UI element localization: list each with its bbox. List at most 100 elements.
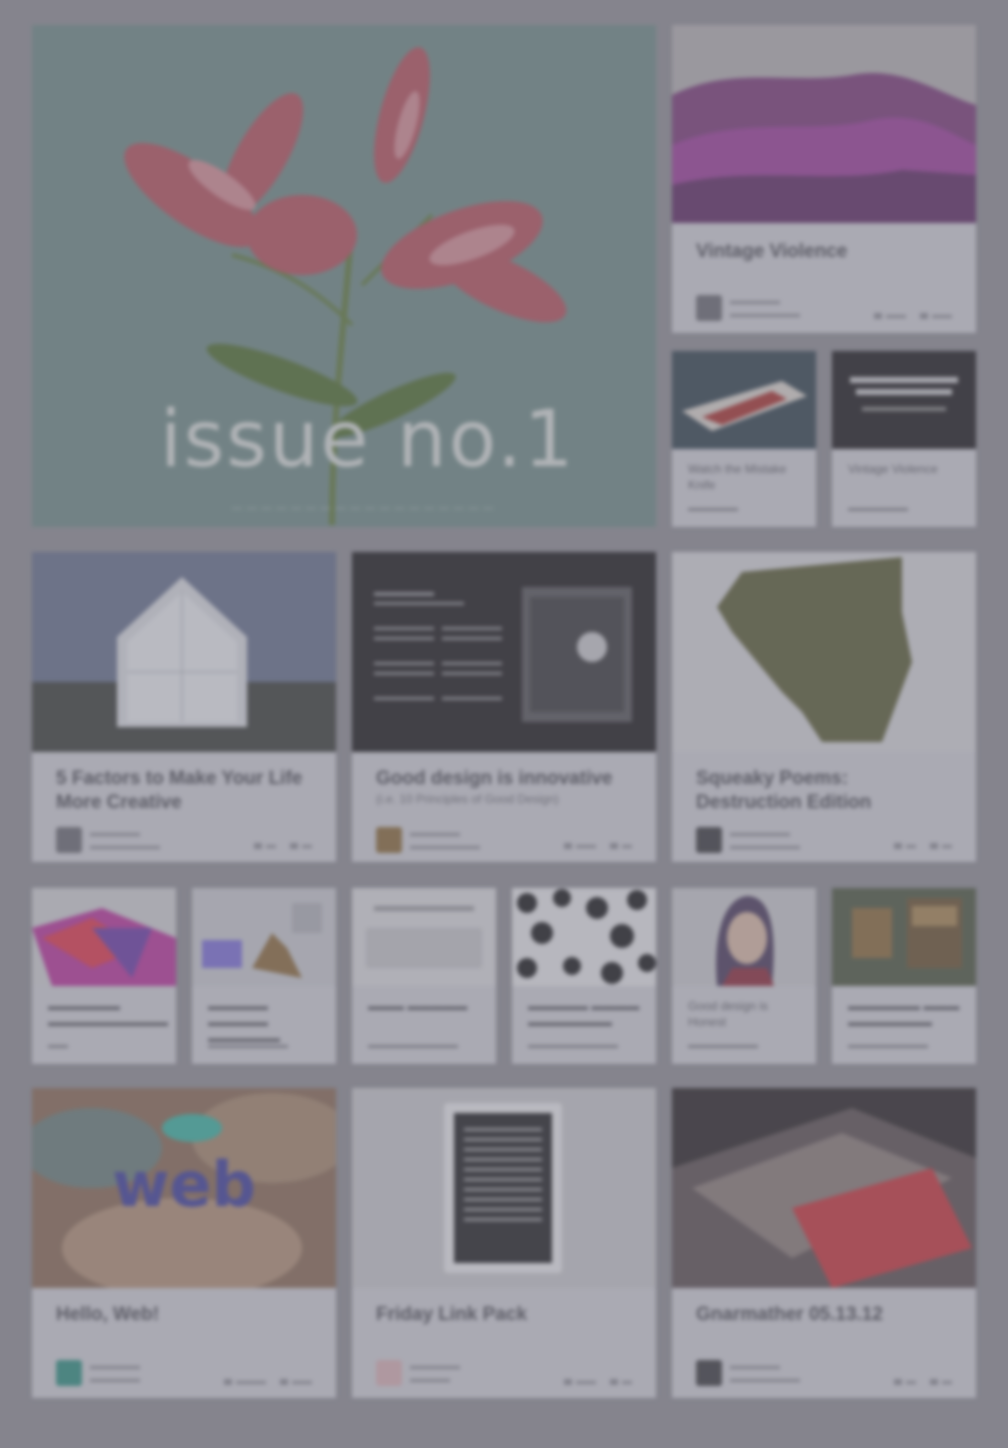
article-image bbox=[672, 25, 976, 223]
comment-icon bbox=[564, 1378, 572, 1385]
comment-icon bbox=[894, 842, 902, 849]
article-card[interactable]: ▬▬▬▬▬ ▬▬▬▬▬ ▬▬▬▬▬▬ ▬▬▬▬▬▬▬▬ bbox=[192, 888, 336, 1064]
heart-icon bbox=[610, 1378, 618, 1385]
article-image bbox=[672, 351, 816, 449]
like-count: ▬ bbox=[610, 1376, 632, 1387]
comment-icon bbox=[254, 842, 262, 849]
article-title: ▬▬▬▬▬▬ ▬▬▬ ▬▬▬▬▬▬▬ bbox=[848, 999, 960, 1029]
heart-icon bbox=[920, 312, 928, 319]
article-title: Friday Link Pack bbox=[376, 1304, 528, 1325]
article-card[interactable]: web Hello, Web! ▬▬▬▬▬ ▬▬▬▬▬ ▬▬▬ ▬▬ bbox=[32, 1088, 336, 1398]
author-name: ▬▬▬▬▬▬▬▬ bbox=[848, 1040, 928, 1051]
svg-text:web: web bbox=[112, 1148, 256, 1221]
article-card[interactable]: Vintage Violence ▬▬▬▬▬▬ bbox=[832, 351, 976, 527]
article-image: web bbox=[32, 1088, 336, 1288]
article-title: Vintage Violence bbox=[848, 462, 938, 476]
article-subtitle: (i.e. 10 Principles of Good Design) bbox=[376, 792, 559, 806]
article-title: Watch the Mistake Knife bbox=[688, 462, 787, 492]
article-image bbox=[672, 1088, 976, 1288]
heart-icon bbox=[280, 1378, 288, 1385]
article-card[interactable]: Gnarmather 05.13.12 ▬▬▬▬▬ ▬▬▬▬▬▬▬ ▬ ▬ bbox=[672, 1088, 976, 1398]
article-stats: ▬ ▬ bbox=[894, 840, 952, 851]
like-count: ▬▬ bbox=[920, 310, 952, 321]
like-count: ▬ bbox=[290, 840, 312, 851]
comment-icon bbox=[564, 842, 572, 849]
article-card[interactable]: Vintage Violence ▬▬▬▬▬ ▬▬▬▬▬▬▬ ▬▬ ▬▬ bbox=[672, 25, 976, 333]
article-card[interactable]: Good design is innovative (i.e. 10 Princ… bbox=[352, 552, 656, 862]
like-count: ▬ bbox=[610, 840, 632, 851]
comment-count: ▬▬ bbox=[564, 1376, 596, 1387]
article-image bbox=[352, 1088, 656, 1288]
article-stats: ▬▬▬ ▬▬ bbox=[224, 1376, 312, 1387]
comment-count: ▬ bbox=[254, 840, 276, 851]
article-image bbox=[672, 552, 976, 752]
article-image bbox=[352, 552, 656, 752]
page: issue no.1 — — — — — — — — — — — — — — —… bbox=[0, 0, 1008, 1448]
article-title: Good design is innovative bbox=[376, 768, 613, 789]
like-count: ▬ bbox=[930, 1376, 952, 1387]
comment-icon bbox=[224, 1378, 232, 1385]
like-count: ▬▬ bbox=[280, 1376, 312, 1387]
article-card[interactable]: ▬▬▬ ▬▬▬▬▬ ▬▬▬▬▬▬▬▬▬ bbox=[352, 888, 496, 1064]
avatar bbox=[376, 1360, 402, 1386]
author-name: ▬▬▬▬▬▬▬▬ bbox=[208, 1040, 288, 1051]
article-image bbox=[32, 888, 176, 986]
article-card[interactable]: ▬▬▬▬▬▬ ▬▬▬▬▬▬▬▬▬▬ ▬▬ bbox=[32, 888, 176, 1064]
article-image bbox=[32, 552, 336, 752]
heart-icon bbox=[930, 842, 938, 849]
avatar bbox=[696, 827, 722, 853]
article-stats: ▬▬ ▬ bbox=[564, 1376, 632, 1387]
hero-card[interactable]: issue no.1 — — — — — — — — — — — — — — —… bbox=[32, 25, 656, 527]
like-count: ▬ bbox=[930, 840, 952, 851]
article-card[interactable]: ▬▬▬▬▬ ▬▬▬▬ ▬▬▬▬▬▬▬ ▬▬▬▬▬▬▬▬▬ bbox=[512, 888, 656, 1064]
article-title: Gnarmather 05.13.12 bbox=[696, 1304, 883, 1325]
comment-count: ▬ bbox=[894, 840, 916, 851]
author-name: ▬▬ bbox=[48, 1040, 68, 1051]
article-title: ▬▬▬▬▬▬ ▬▬▬▬▬▬▬▬▬▬ bbox=[48, 999, 168, 1029]
article-card[interactable]: Squeaky Poems: Destruction Edition ▬▬▬▬▬… bbox=[672, 552, 976, 862]
article-title: Squeaky Poems: Destruction Edition bbox=[696, 768, 872, 813]
heart-icon bbox=[290, 842, 298, 849]
article-title: ▬▬▬ ▬▬▬▬▬ bbox=[368, 999, 468, 1013]
heart-icon bbox=[930, 1378, 938, 1385]
hero-caption: issue no.1 bbox=[160, 395, 576, 485]
article-stats: ▬▬ ▬▬ bbox=[874, 310, 952, 321]
article-stats: ▬▬ ▬ bbox=[564, 840, 632, 851]
comment-count: ▬ bbox=[894, 1376, 916, 1387]
avatar bbox=[56, 827, 82, 853]
author-name: ▬▬▬▬▬▬▬▬▬ bbox=[368, 1040, 458, 1051]
article-title: ▬▬▬▬▬ ▬▬▬▬▬ ▬▬▬▬▬▬ bbox=[208, 999, 280, 1045]
article-image bbox=[832, 888, 976, 986]
avatar bbox=[696, 1360, 722, 1386]
author-info: ▬▬▬▬▬ ▬▬▬▬▬▬▬ bbox=[90, 828, 160, 852]
author-info: ▬▬▬▬▬ ▬▬▬▬▬▬▬ bbox=[410, 828, 480, 852]
avatar bbox=[376, 827, 402, 853]
comment-icon bbox=[874, 312, 882, 319]
comment-icon bbox=[894, 1378, 902, 1385]
comment-count: ▬▬ bbox=[564, 840, 596, 851]
article-card[interactable]: 5 Factors to Make Your Life More Creativ… bbox=[32, 552, 336, 862]
article-stats: ▬ ▬ bbox=[254, 840, 312, 851]
article-image bbox=[832, 351, 976, 449]
avatar bbox=[696, 295, 722, 321]
author-name: ▬▬▬▬▬▬ bbox=[848, 503, 908, 514]
author-name: ▬▬▬▬▬▬▬▬▬ bbox=[528, 1040, 618, 1051]
article-stats: ▬ ▬ bbox=[894, 1376, 952, 1387]
article-title: ▬▬▬▬▬ ▬▬▬▬ ▬▬▬▬▬▬▬ bbox=[528, 999, 640, 1029]
avatar bbox=[56, 1360, 82, 1386]
article-card[interactable]: Watch the Mistake Knife ▬▬▬▬▬ bbox=[672, 351, 816, 527]
article-image bbox=[512, 888, 656, 986]
hero-subcaption: — — — — — — — — — — — — — — — — — — bbox=[232, 503, 495, 514]
author-info: ▬▬▬▬▬ ▬▬▬▬▬▬▬ bbox=[730, 296, 800, 320]
article-card[interactable]: Good design is Honest ▬▬▬▬▬▬▬ bbox=[672, 888, 816, 1064]
article-image bbox=[192, 888, 336, 986]
article-title: Vintage Violence bbox=[696, 241, 848, 262]
author-info: ▬▬▬▬▬ ▬▬▬▬▬▬▬ bbox=[730, 1361, 800, 1385]
article-card[interactable]: ▬▬▬▬▬▬ ▬▬▬ ▬▬▬▬▬▬▬ ▬▬▬▬▬▬▬▬ bbox=[832, 888, 976, 1064]
article-title: Hello, Web! bbox=[56, 1304, 160, 1325]
author-info: ▬▬▬▬▬ ▬▬▬▬▬ bbox=[90, 1361, 140, 1385]
article-title: Good design is Honest bbox=[688, 999, 769, 1029]
article-image bbox=[672, 888, 816, 986]
author-name: ▬▬▬▬▬▬▬ bbox=[688, 1040, 758, 1051]
article-card[interactable]: Friday Link Pack ▬▬▬▬▬ ▬▬▬▬ ▬▬ ▬ bbox=[352, 1088, 656, 1398]
